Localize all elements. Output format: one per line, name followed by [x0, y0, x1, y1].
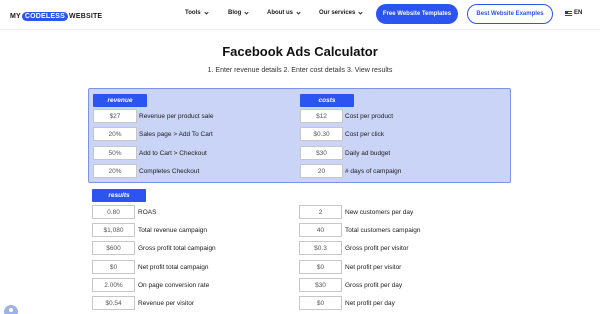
daily-ad-budget-input[interactable]: $30 — [300, 146, 343, 160]
logo-text-website: WEBSITE — [69, 12, 103, 20]
chevron-down-icon — [244, 9, 249, 15]
site-logo[interactable]: MY CODELESS WEBSITE — [10, 10, 102, 22]
result-label: Net profit per visitor — [345, 263, 402, 271]
nav-tools-label: Tools — [185, 10, 201, 16]
free-templates-button[interactable]: Free Website Templates — [376, 4, 458, 24]
cost-per-product-label: Cost per product — [345, 112, 394, 120]
result-value: $0 — [299, 296, 342, 310]
result-label: ROAS — [138, 208, 157, 216]
costs-tag: costs — [300, 94, 354, 107]
nav-tools[interactable]: Tools — [185, 9, 209, 16]
chevron-down-icon — [358, 9, 363, 15]
completes-checkout-input[interactable]: 20% — [93, 164, 137, 178]
result-label: Net profit per day — [345, 299, 395, 307]
results-tag: results — [92, 189, 146, 202]
cost-per-click-input[interactable]: $0.30 — [300, 127, 343, 141]
sales-to-cart-label: Sales page > Add To Cart — [139, 130, 213, 138]
result-label: Gross profit per day — [345, 281, 403, 289]
result-label: On page conversion rate — [138, 281, 210, 289]
nav-blog-label: Blog — [228, 10, 242, 16]
cart-to-checkout-label: Add to Cart > Checkout — [139, 149, 207, 157]
days-of-campaign-label: # days of campaign — [345, 167, 402, 175]
days-of-campaign-input[interactable]: 20 — [300, 164, 343, 178]
page-subtitle: 1. Enter revenue details 2. Enter cost d… — [207, 67, 393, 74]
result-value: $1,080 — [92, 223, 135, 237]
logo-text-my: MY — [10, 12, 21, 20]
revenue-tag: revenue — [93, 94, 147, 107]
logo-pill: CODELESS — [21, 11, 69, 21]
completes-checkout-label: Completes Checkout — [139, 167, 200, 175]
site-header: MY CODELESS WEBSITE Tools Blog About us … — [0, 0, 600, 30]
result-label: Total customers campaign — [345, 226, 421, 234]
page-title: Facebook Ads Calculator — [222, 44, 378, 59]
result-value: 2.00% — [92, 278, 135, 292]
nav-services-label: Our services — [319, 10, 356, 16]
result-label: New customers per day — [345, 208, 414, 216]
cost-per-product-input[interactable]: $12 — [300, 109, 343, 123]
nav-services[interactable]: Our services — [319, 9, 363, 16]
result-label: Gross profit per visitor — [345, 244, 409, 252]
sales-to-cart-input[interactable]: 20% — [93, 127, 137, 141]
result-value: $30 — [299, 278, 342, 292]
chevron-down-icon — [203, 9, 209, 15]
daily-ad-budget-label: Daily ad budget — [345, 149, 391, 157]
result-value: $0.54 — [92, 296, 135, 310]
result-label: Revenue per visitor — [138, 299, 194, 307]
result-value: 40 — [299, 223, 342, 237]
us-flag-icon — [565, 10, 572, 16]
nav-about-label: About us — [267, 10, 293, 16]
result-value: $0.3 — [299, 241, 342, 255]
language-label: EN — [574, 10, 583, 16]
cart-to-checkout-input[interactable]: 50% — [93, 146, 137, 160]
nav-about[interactable]: About us — [267, 9, 301, 16]
nav-blog[interactable]: Blog — [228, 9, 249, 16]
result-value: $600 — [92, 241, 135, 255]
result-label: Total revenue campaign — [138, 226, 208, 234]
result-value: 0.80 — [92, 205, 135, 219]
language-selector[interactable]: EN — [565, 10, 582, 16]
revenue-per-sale-label: Revenue per product sale — [139, 112, 214, 120]
chevron-down-icon — [296, 9, 301, 15]
revenue-per-sale-input[interactable]: $27 — [93, 109, 137, 123]
result-label: Gross profit total campaign — [138, 244, 216, 252]
input-panel: revenue costs $27 Revenue per product sa… — [88, 88, 511, 183]
best-examples-button[interactable]: Best Website Examples — [467, 4, 553, 24]
result-value: $0 — [92, 260, 135, 274]
result-value: $0 — [299, 260, 342, 274]
result-value: 2 — [299, 205, 342, 219]
chat-widget-icon[interactable] — [4, 305, 18, 314]
cost-per-click-label: Cost per click — [345, 130, 385, 138]
result-label: Net profit total campaign — [138, 263, 209, 271]
